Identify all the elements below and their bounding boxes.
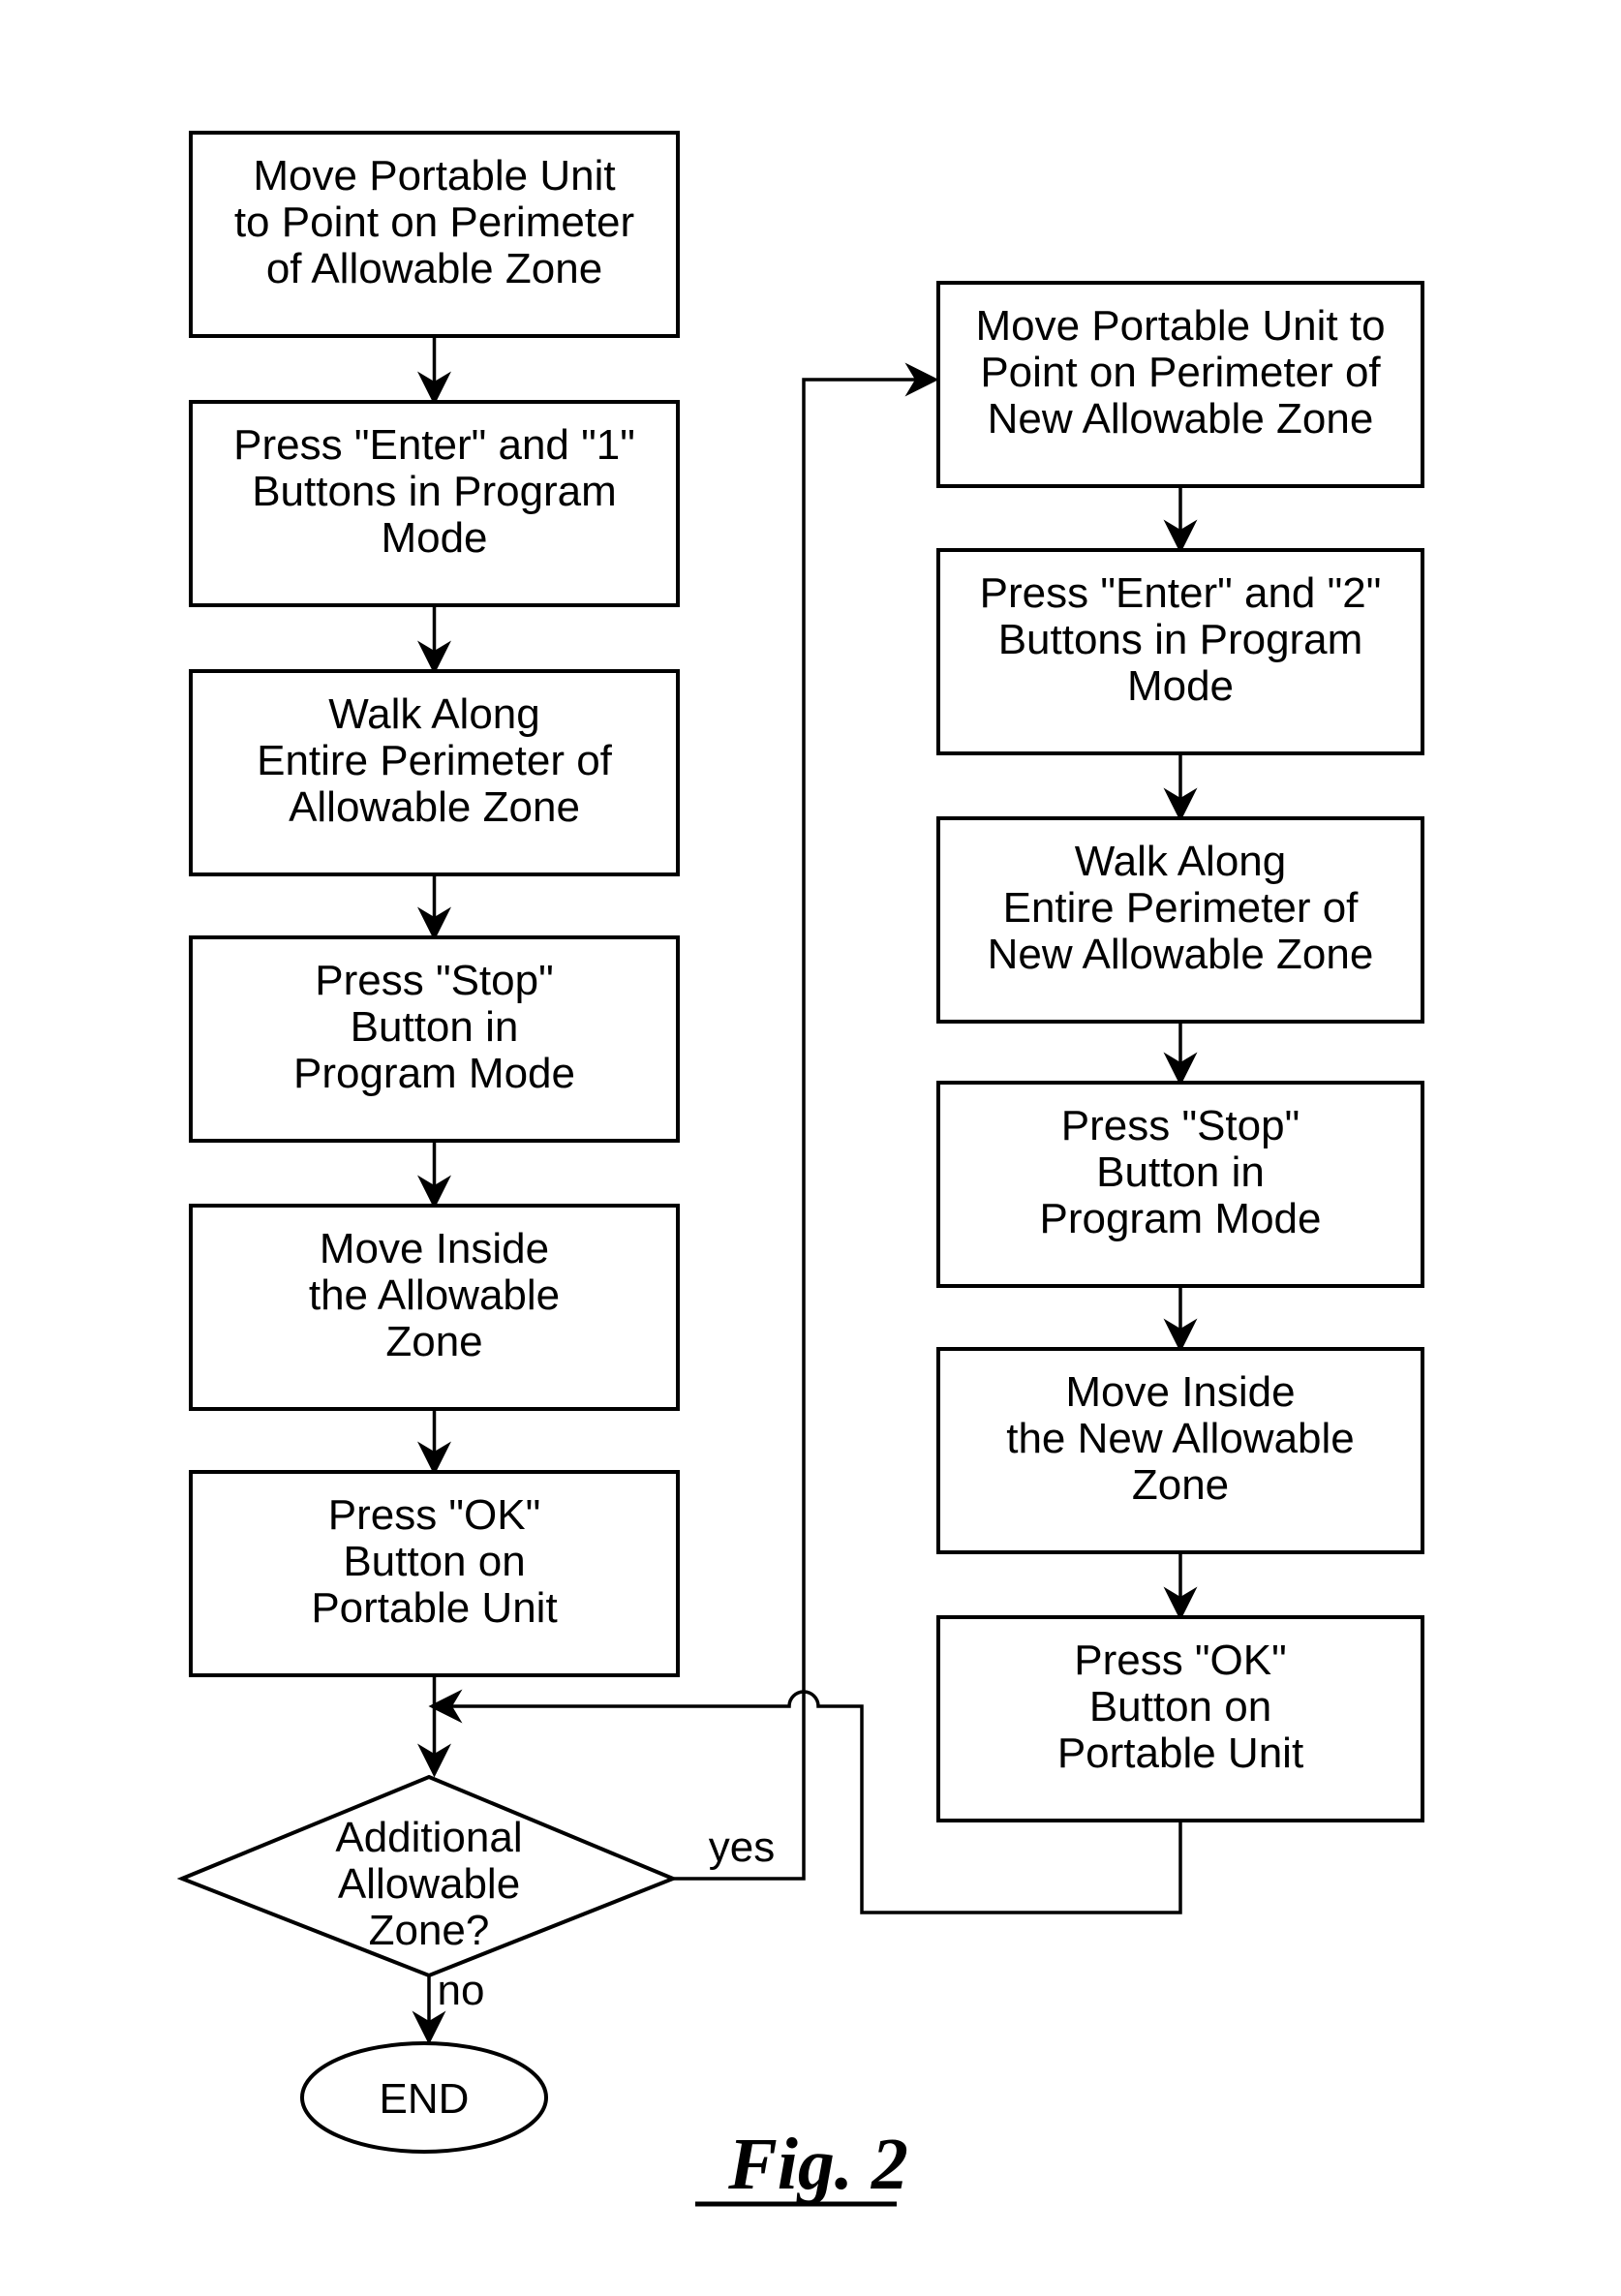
step-text-line: Portable Unit [1057, 1730, 1303, 1777]
left-step-6: Press "OK"Button onPortable Unit [189, 1470, 680, 1677]
step-text-line: Allowable Zone [289, 783, 580, 831]
left-step-5: Move Insidethe AllowableZone [189, 1204, 680, 1411]
step-text-line: Zone [1132, 1461, 1229, 1509]
step-text-line: Press "Enter" and "1" [233, 421, 635, 469]
end-label: END [380, 2075, 470, 2123]
no-label: no [438, 1967, 485, 2014]
decision-line-2: Allowable [338, 1860, 520, 1908]
step-text-line: Move Portable Unit [253, 152, 615, 199]
step-text-line: Button on [1089, 1683, 1271, 1730]
step-text-line: Move Inside [320, 1225, 549, 1272]
end-terminal: END [300, 2041, 548, 2154]
decision-line-1: Additional [335, 1814, 522, 1861]
left-step-3: Walk AlongEntire Perimeter ofAllowable Z… [189, 669, 680, 876]
flowchart: Move Portable Unitto Point on Perimetero… [176, 131, 1424, 2207]
left-step-4: Press "Stop"Button inProgram Mode [189, 935, 680, 1143]
step-text-line: Press "Enter" and "2" [980, 569, 1382, 617]
step-text-line: to Point on Perimeter [234, 199, 634, 246]
figure-caption: Fig. 2 [695, 2124, 908, 2207]
step-text-line: Buttons in Program [998, 616, 1363, 663]
right-step-5: Move Insidethe New AllowableZone [936, 1347, 1424, 1554]
step-text-line: Zone [385, 1318, 482, 1365]
step-text-line: the Allowable [309, 1271, 560, 1319]
step-text-line: Point on Perimeter of [980, 349, 1381, 396]
step-text-line: Button in [1096, 1148, 1265, 1196]
step-text-line: New Allowable Zone [988, 931, 1374, 978]
decision-diamond: Additional Allowable Zone? yes no [176, 1774, 775, 2014]
left-step-1: Move Portable Unitto Point on Perimetero… [189, 131, 680, 338]
right-step-2: Press "Enter" and "2"Buttons in ProgramM… [936, 548, 1424, 755]
step-text-line: Press "OK" [1074, 1637, 1287, 1684]
step-text-line: Walk Along [1075, 838, 1286, 885]
step-text-line: Press "Stop" [1061, 1102, 1300, 1149]
step-text-line: Program Mode [293, 1050, 575, 1097]
right-step-1: Move Portable Unit toPoint on Perimeter … [936, 281, 1424, 488]
step-text-line: Button on [343, 1538, 525, 1585]
left-step-2: Press "Enter" and "1"Buttons in ProgramM… [189, 400, 680, 607]
step-text-line: Portable Unit [311, 1584, 557, 1632]
step-text-line: Move Inside [1065, 1368, 1295, 1416]
right-step-6: Press "OK"Button onPortable Unit [936, 1615, 1424, 1822]
step-text-line: the New Allowable [1006, 1415, 1355, 1462]
step-text-line: Mode [1127, 662, 1234, 710]
step-text-line: New Allowable Zone [988, 395, 1374, 443]
step-text-line: Mode [381, 514, 487, 562]
yes-label: yes [709, 1823, 775, 1871]
right-step-4: Press "Stop"Button inProgram Mode [936, 1081, 1424, 1288]
step-text-line: Press "Stop" [315, 957, 553, 1004]
step-text-line: Entire Perimeter of [1003, 884, 1360, 932]
step-text-line: Walk Along [328, 690, 539, 738]
step-text-line: Press "OK" [328, 1491, 541, 1539]
step-text-line: Buttons in Program [252, 468, 617, 515]
step-text-line: Program Mode [1039, 1195, 1321, 1242]
step-text-line: Move Portable Unit to [975, 302, 1385, 350]
yes-branch-line [673, 362, 939, 1881]
step-text-line: Entire Perimeter of [257, 737, 613, 784]
caption-text: Fig. 2 [727, 2124, 908, 2205]
right-step-3: Walk AlongEntire Perimeter ofNew Allowab… [936, 816, 1424, 1024]
step-text-line: Button in [351, 1003, 519, 1051]
decision-line-3: Zone? [369, 1907, 490, 1954]
step-text-line: of Allowable Zone [266, 245, 602, 292]
